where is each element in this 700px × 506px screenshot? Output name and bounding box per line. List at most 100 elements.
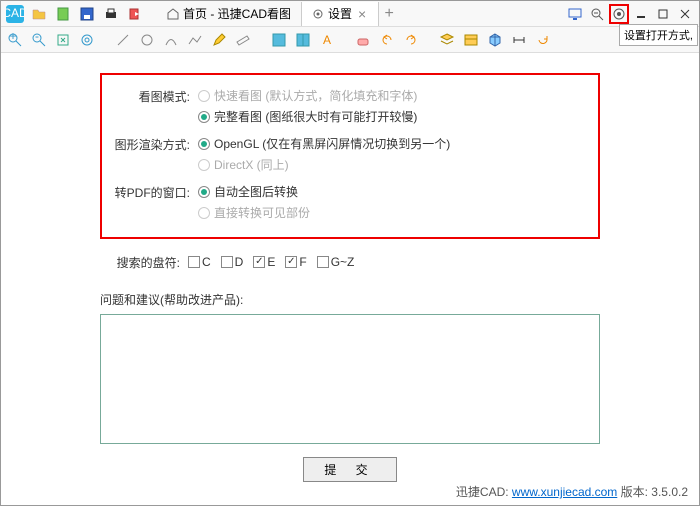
tab-settings-label: 设置 bbox=[328, 5, 352, 22]
3d-view-icon[interactable] bbox=[485, 30, 505, 50]
dimension-icon[interactable] bbox=[509, 30, 529, 50]
circle-tool-icon[interactable] bbox=[137, 30, 157, 50]
drive-label: G~Z bbox=[331, 255, 355, 269]
new-tab-button[interactable]: + bbox=[379, 4, 399, 24]
polyline-tool-icon[interactable] bbox=[185, 30, 205, 50]
footer-link[interactable]: www.xunjiecad.com bbox=[512, 485, 617, 499]
block-icon[interactable] bbox=[293, 30, 313, 50]
drive-checkbox-g-z[interactable]: G~Z bbox=[317, 255, 355, 269]
radio-icon bbox=[198, 186, 210, 198]
settings-tooltip: 设置打开方式, bbox=[619, 24, 698, 46]
view-mode-row: 看图模式: 快速看图 (默认方式，简化填充和字体) 完整看图 (图纸很大时有可能… bbox=[110, 87, 590, 125]
tab-settings[interactable]: 设置 × bbox=[302, 2, 379, 26]
checkbox-icon bbox=[253, 256, 265, 268]
view-mode-fast-label: 快速看图 (默认方式，简化填充和字体) bbox=[214, 87, 417, 104]
feedback-label: 问题和建议(帮助改进产品): bbox=[100, 291, 600, 308]
radio-icon bbox=[198, 159, 210, 171]
zoom-all-icon[interactable] bbox=[77, 30, 97, 50]
svg-text:A: A bbox=[323, 33, 331, 47]
drive-label: D bbox=[235, 255, 244, 269]
render-mode-row: 图形渲染方式: OpenGL (仅在有黑屏闪屏情况切换到另一个) DirectX… bbox=[110, 135, 590, 173]
drive-checkbox-e[interactable]: E bbox=[253, 255, 275, 269]
drive-checkbox-group: C DE F G~Z bbox=[188, 255, 364, 269]
pdf-mode-row: 转PDF的窗口: 自动全图后转换 直接转换可见部份 bbox=[110, 183, 590, 221]
feedback-section: 问题和建议(帮助改进产品): 提 交 bbox=[100, 291, 600, 482]
tab-home[interactable]: 首页 - 迅捷CAD看图 bbox=[157, 2, 302, 26]
submit-button[interactable]: 提 交 bbox=[303, 457, 396, 482]
render-directx-label: DirectX (同上) bbox=[214, 156, 289, 173]
close-icon[interactable] bbox=[675, 4, 695, 24]
pdf-auto-label: 自动全图后转换 bbox=[214, 183, 298, 200]
svg-text:CAD: CAD bbox=[6, 6, 24, 20]
maximize-icon[interactable] bbox=[653, 4, 673, 24]
settings-gear-icon[interactable] bbox=[609, 4, 629, 24]
drive-label: F bbox=[299, 255, 306, 269]
tab-close-icon[interactable]: × bbox=[356, 6, 368, 22]
main-toolbar: CAD 首页 - 迅捷CAD看图 设置 × + bbox=[1, 1, 699, 27]
window-controls bbox=[565, 4, 695, 24]
render-directx-radio[interactable]: DirectX (同上) bbox=[198, 156, 450, 173]
render-opengl-label: OpenGL (仅在有黑屏闪屏情况切换到另一个) bbox=[214, 135, 450, 152]
radio-icon bbox=[198, 90, 210, 102]
view-mode-full-radio[interactable]: 完整看图 (图纸很大时有可能打开较慢) bbox=[198, 108, 417, 125]
pdf-mode-label: 转PDF的窗口: bbox=[110, 183, 198, 201]
save-icon[interactable] bbox=[77, 4, 97, 24]
home-icon bbox=[167, 8, 179, 20]
redo-icon[interactable] bbox=[401, 30, 421, 50]
zoom-window-icon[interactable]: + bbox=[5, 30, 25, 50]
pan-icon[interactable] bbox=[53, 30, 73, 50]
checkbox-icon bbox=[188, 256, 200, 268]
measure-tool-icon[interactable] bbox=[233, 30, 253, 50]
settings-content: 看图模式: 快速看图 (默认方式，简化填充和字体) 完整看图 (图纸很大时有可能… bbox=[1, 53, 699, 492]
tools-toolbar: + - A bbox=[1, 27, 699, 53]
app-logo-icon: CAD bbox=[5, 4, 25, 24]
layer-icon[interactable] bbox=[269, 30, 289, 50]
monitor-icon[interactable] bbox=[565, 4, 585, 24]
drive-checkbox-c[interactable]: C bbox=[188, 255, 211, 269]
tab-bar: 首页 - 迅捷CAD看图 设置 × + bbox=[157, 1, 561, 26]
export-icon[interactable] bbox=[125, 4, 145, 24]
new-file-icon[interactable] bbox=[53, 4, 73, 24]
footer-prefix: 迅捷CAD: bbox=[456, 485, 512, 499]
pdf-auto-radio[interactable]: 自动全图后转换 bbox=[198, 183, 310, 200]
line-tool-icon[interactable] bbox=[113, 30, 133, 50]
footer: 迅捷CAD: www.xunjiecad.com 版本: 3.5.0.2 bbox=[456, 483, 688, 500]
open-file-icon[interactable] bbox=[29, 4, 49, 24]
svg-text:+: + bbox=[9, 32, 16, 43]
pdf-visible-label: 直接转换可见部份 bbox=[214, 204, 310, 221]
view-mode-full-label: 完整看图 (图纸很大时有可能打开较慢) bbox=[214, 108, 417, 125]
view-mode-label: 看图模式: bbox=[110, 87, 198, 105]
arc-tool-icon[interactable] bbox=[161, 30, 181, 50]
radio-icon bbox=[198, 138, 210, 150]
properties-icon[interactable] bbox=[461, 30, 481, 50]
search-drives-row: 搜索的盘符: C DE F G~Z bbox=[100, 253, 600, 271]
checkbox-icon bbox=[317, 256, 329, 268]
view-mode-fast-radio[interactable]: 快速看图 (默认方式，简化填充和字体) bbox=[198, 87, 417, 104]
drive-label: C bbox=[202, 255, 211, 269]
layers-panel-icon[interactable] bbox=[437, 30, 457, 50]
pdf-visible-radio[interactable]: 直接转换可见部份 bbox=[198, 204, 310, 221]
feedback-textarea[interactable] bbox=[100, 314, 600, 444]
render-opengl-radio[interactable]: OpenGL (仅在有黑屏闪屏情况切换到另一个) bbox=[198, 135, 450, 152]
search-drives-label: 搜索的盘符: bbox=[100, 253, 188, 271]
print-icon[interactable] bbox=[101, 4, 121, 24]
render-mode-label: 图形渲染方式: bbox=[110, 135, 198, 153]
zoom-out-icon[interactable] bbox=[587, 4, 607, 24]
refresh-icon[interactable] bbox=[533, 30, 553, 50]
checkbox-icon bbox=[285, 256, 297, 268]
drive-checkbox-d[interactable]: D bbox=[221, 255, 244, 269]
checkbox-icon bbox=[221, 256, 233, 268]
zoom-extents-icon[interactable]: - bbox=[29, 30, 49, 50]
svg-text:-: - bbox=[35, 32, 39, 43]
footer-version: 版本: 3.5.0.2 bbox=[617, 485, 688, 499]
radio-icon bbox=[198, 111, 210, 123]
radio-icon bbox=[198, 207, 210, 219]
minimize-icon[interactable] bbox=[631, 4, 651, 24]
edit-tool-icon[interactable] bbox=[209, 30, 229, 50]
tab-home-label: 首页 - 迅捷CAD看图 bbox=[183, 5, 291, 22]
drive-checkbox-f[interactable]: F bbox=[285, 255, 306, 269]
text-icon[interactable]: A bbox=[317, 30, 337, 50]
undo-icon[interactable] bbox=[377, 30, 397, 50]
erase-icon[interactable] bbox=[353, 30, 373, 50]
gear-icon bbox=[312, 8, 324, 20]
